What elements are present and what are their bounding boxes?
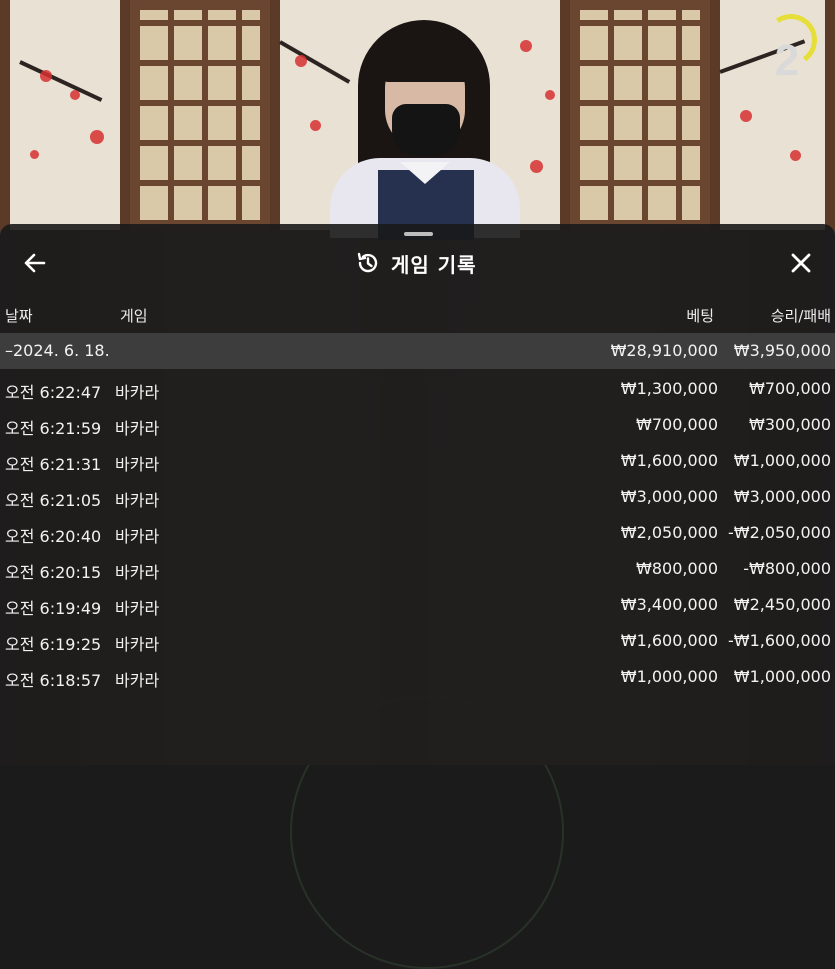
history-icon bbox=[357, 252, 378, 273]
row-result: ₩2,450,000 bbox=[733, 595, 831, 614]
row-bet: ₩3,000,000 bbox=[620, 487, 718, 506]
table-row[interactable]: 오전 6:22:47 바카라 ₩1,300,000 ₩700,000 bbox=[0, 371, 835, 407]
row-time: 오전 6:19:25 bbox=[5, 635, 102, 654]
date-summary-row[interactable]: –2024. 6. 18. ₩28,910,000 ₩3,950,000 bbox=[0, 333, 835, 369]
row-time: 오전 6:21:31 bbox=[5, 455, 102, 474]
table-row[interactable]: 오전 6:21:31 바카라 ₩1,600,000 ₩1,000,000 bbox=[0, 443, 835, 479]
sheet-drag-handle[interactable] bbox=[404, 232, 433, 236]
row-game: 바카라 bbox=[115, 635, 160, 654]
row-game: 바카라 bbox=[115, 491, 160, 510]
row-result: -₩2,050,000 bbox=[727, 523, 831, 542]
row-result: ₩300,000 bbox=[749, 415, 831, 434]
table-row[interactable]: 오전 6:20:40 바카라 ₩2,050,000 -₩2,050,000 bbox=[0, 515, 835, 551]
sheet-title: 게임 기록 bbox=[391, 252, 477, 277]
row-bet: ₩1,300,000 bbox=[620, 379, 718, 398]
row-result: ₩1,000,000 bbox=[733, 667, 831, 686]
lattice-screen bbox=[570, 0, 710, 230]
column-header-game: 게임 bbox=[120, 307, 148, 325]
lattice-screen bbox=[130, 0, 270, 230]
table-row[interactable]: 오전 6:18:57 바카라 ₩1,000,000 ₩1,000,000 bbox=[0, 659, 835, 695]
row-bet: ₩700,000 bbox=[636, 415, 718, 434]
row-game: 바카라 bbox=[115, 383, 160, 402]
summary-result: ₩3,950,000 bbox=[733, 341, 831, 360]
column-header-bet: 베팅 bbox=[686, 307, 714, 325]
row-bet: ₩800,000 bbox=[636, 559, 718, 578]
row-bet: ₩1,600,000 bbox=[620, 451, 718, 470]
close-button[interactable] bbox=[786, 248, 816, 278]
column-header-result: 승리/패배 bbox=[770, 307, 831, 325]
row-result: ₩1,000,000 bbox=[733, 451, 831, 470]
row-time: 오전 6:19:49 bbox=[5, 599, 102, 618]
round-indicator: 2 bbox=[759, 9, 822, 85]
row-game: 바카라 bbox=[115, 671, 160, 690]
table-row[interactable]: 오전 6:19:49 바카라 ₩3,400,000 ₩2,450,000 bbox=[0, 587, 835, 623]
row-time: 오전 6:18:57 bbox=[5, 671, 102, 690]
history-table-header: 날짜 게임 베팅 승리/패배 bbox=[0, 300, 835, 332]
row-time: 오전 6:22:47 bbox=[5, 383, 102, 402]
row-bet: ₩1,600,000 bbox=[620, 631, 718, 650]
summary-date: –2024. 6. 18. bbox=[5, 341, 110, 360]
row-time: 오전 6:21:59 bbox=[5, 419, 102, 438]
row-game: 바카라 bbox=[115, 455, 160, 474]
table-row[interactable]: 오전 6:19:25 바카라 ₩1,600,000 -₩1,600,000 bbox=[0, 623, 835, 659]
column-header-date: 날짜 bbox=[5, 307, 33, 325]
row-game: 바카라 bbox=[115, 527, 160, 546]
wall-panel bbox=[0, 0, 130, 230]
table-row[interactable]: 오전 6:21:59 바카라 ₩700,000 ₩300,000 bbox=[0, 407, 835, 443]
row-result: -₩800,000 bbox=[743, 559, 831, 578]
dealer bbox=[330, 20, 520, 240]
row-bet: ₩3,400,000 bbox=[620, 595, 718, 614]
row-bet: ₩2,050,000 bbox=[620, 523, 718, 542]
table-row[interactable]: 오전 6:21:05 바카라 ₩3,000,000 ₩3,000,000 bbox=[0, 479, 835, 515]
arrow-left-icon bbox=[24, 253, 46, 273]
table-row[interactable]: 오전 6:20:15 바카라 ₩800,000 -₩800,000 bbox=[0, 551, 835, 587]
row-bet: ₩1,000,000 bbox=[620, 667, 718, 686]
row-result: -₩1,600,000 bbox=[727, 631, 831, 650]
round-number: 2 bbox=[774, 36, 800, 85]
row-time: 오전 6:20:15 bbox=[5, 563, 102, 582]
row-result: ₩3,000,000 bbox=[733, 487, 831, 506]
summary-bet: ₩28,910,000 bbox=[610, 341, 718, 360]
sheet-header: 게임 기록 bbox=[355, 248, 477, 278]
row-time: 오전 6:20:40 bbox=[5, 527, 102, 546]
row-game: 바카라 bbox=[115, 563, 160, 582]
close-icon bbox=[791, 253, 811, 273]
row-result: ₩700,000 bbox=[749, 379, 831, 398]
row-game: 바카라 bbox=[115, 599, 160, 618]
back-button[interactable] bbox=[20, 248, 50, 278]
row-game: 바카라 bbox=[115, 419, 160, 438]
row-time: 오전 6:21:05 bbox=[5, 491, 102, 510]
